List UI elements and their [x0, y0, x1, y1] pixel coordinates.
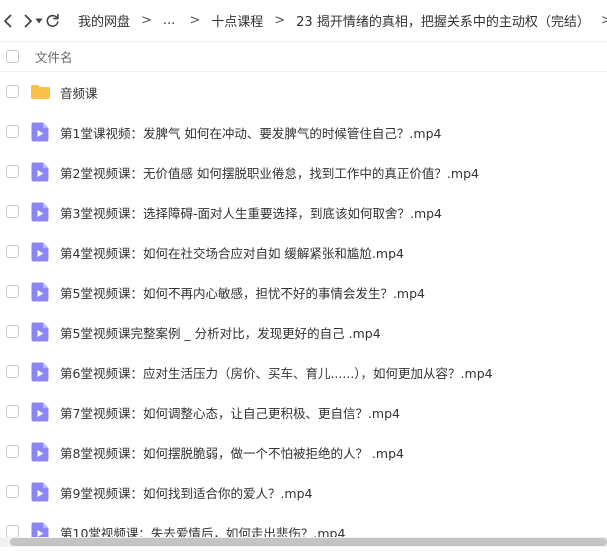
row-checkbox[interactable] — [6, 445, 19, 458]
file-row[interactable]: 第4堂视频课：如何在社交场合应对自如 缓解紧张和尴尬.mp4 — [0, 232, 607, 272]
row-checkbox[interactable] — [6, 365, 19, 378]
file-row[interactable]: 第2堂视频课：无价值感 如何摆脱职业倦怠，找到工作中的真正价值？.mp4 — [0, 152, 607, 192]
breadcrumb-separator: > — [274, 13, 286, 28]
breadcrumb-separator: > — [141, 13, 152, 28]
breadcrumb-separator: > — [601, 13, 607, 28]
file-row[interactable]: 第6堂视频课：应对生活压力（房价、买车、育儿......），如何更加从容？.mp… — [0, 352, 607, 392]
breadcrumb-parent[interactable]: 十点课程 — [211, 11, 263, 30]
file-name[interactable]: 第5堂视频课完整案例 _ 分析对比，发现更好的自己 .mp4 — [60, 323, 381, 342]
file-row[interactable]: 第8堂视频课：如何摆脱脆弱，做一个不怕被拒绝的人？ .mp4 — [0, 432, 607, 472]
video-file-icon — [31, 322, 49, 342]
file-name[interactable]: 第2堂视频课：无价值感 如何摆脱职业倦怠，找到工作中的真正价值？.mp4 — [60, 163, 479, 182]
file-row[interactable]: 第5堂视频课完整案例 _ 分析对比，发现更好的自己 .mp4 — [0, 312, 607, 352]
file-name[interactable]: 第5堂视频课：如何不再内心敏感，担忧不好的事情会发生？.mp4 — [60, 283, 425, 302]
file-name[interactable]: 第1堂课视频：发脾气 如何在冲动、要发脾气的时候管住自己？.mp4 — [60, 123, 441, 142]
refresh-icon[interactable] — [45, 7, 60, 35]
breadcrumb-separator: > — [189, 13, 201, 28]
video-file-icon — [31, 442, 49, 462]
file-row[interactable]: 第3堂视频课：选择障碍-面对人生重要选择，到底该如何取舍？.mp4 — [0, 192, 607, 232]
video-file-icon — [31, 282, 49, 302]
row-checkbox[interactable] — [6, 85, 19, 98]
video-file-icon — [31, 202, 49, 222]
file-row[interactable]: 第1堂课视频：发脾气 如何在冲动、要发脾气的时候管住自己？.mp4 — [0, 112, 607, 152]
breadcrumb-current: 23 揭开情绪的真相，把握关系中的主动权（完结） — [296, 15, 590, 30]
row-checkbox[interactable] — [6, 405, 19, 418]
folder-row[interactable]: 音频课 — [0, 72, 607, 112]
scrollbar-thumb[interactable] — [10, 538, 607, 546]
row-checkbox[interactable] — [6, 245, 19, 258]
caret-down-icon[interactable] — [35, 7, 43, 35]
breadcrumb-root[interactable]: 我的网盘 — [78, 11, 130, 30]
chevron-right-icon[interactable] — [23, 7, 33, 35]
breadcrumb-ellipsis[interactable]: ... — [163, 13, 175, 28]
video-file-icon — [31, 242, 49, 262]
file-name[interactable]: 第4堂视频课：如何在社交场合应对自如 缓解紧张和尴尬.mp4 — [60, 243, 404, 262]
file-row[interactable]: 第7堂视频课：如何调整心态，让自己更积极、更自信？.mp4 — [0, 392, 607, 432]
row-checkbox[interactable] — [6, 485, 19, 498]
row-checkbox[interactable] — [6, 285, 19, 298]
horizontal-scrollbar[interactable] — [0, 537, 607, 547]
file-name[interactable]: 第8堂视频课：如何摆脱脆弱，做一个不怕被拒绝的人？ .mp4 — [60, 443, 404, 462]
file-list-header: 文件名 — [0, 42, 607, 72]
file-name[interactable]: 第7堂视频课：如何调整心态，让自己更积极、更自信？.mp4 — [60, 403, 400, 422]
row-checkbox[interactable] — [6, 165, 19, 178]
row-checkbox[interactable] — [6, 325, 19, 338]
top-navigation-bar: 我的网盘 > ... > 十点课程 > 23 揭开情绪的真相，把握关系中的主动权… — [0, 0, 607, 42]
row-checkbox[interactable] — [6, 205, 19, 218]
video-file-icon — [31, 362, 49, 382]
file-name-column-header[interactable]: 文件名 — [35, 47, 73, 66]
select-all-checkbox[interactable] — [6, 50, 19, 63]
chevron-left-icon[interactable] — [3, 7, 13, 35]
video-file-icon — [31, 162, 49, 182]
file-row[interactable]: 第5堂视频课：如何不再内心敏感，担忧不好的事情会发生？.mp4 — [0, 272, 607, 312]
file-name[interactable]: 第9堂视频课：如何找到适合你的爱人？.mp4 — [60, 483, 313, 502]
file-row[interactable]: 第9堂视频课：如何找到适合你的爱人？.mp4 — [0, 472, 607, 512]
file-name[interactable]: 第3堂视频课：选择障碍-面对人生重要选择，到底该如何取舍？.mp4 — [60, 203, 442, 222]
folder-icon — [30, 84, 51, 100]
video-file-icon — [31, 482, 49, 502]
video-file-icon — [31, 402, 49, 422]
file-name[interactable]: 音频课 — [60, 83, 98, 102]
file-name[interactable]: 第6堂视频课：应对生活压力（房价、买车、育儿......），如何更加从容？.mp… — [60, 363, 493, 382]
row-checkbox[interactable] — [6, 125, 19, 138]
file-list: 音频课第1堂课视频：发脾气 如何在冲动、要发脾气的时候管住自己？.mp4 第2堂视… — [0, 72, 607, 552]
video-file-icon — [31, 122, 49, 142]
